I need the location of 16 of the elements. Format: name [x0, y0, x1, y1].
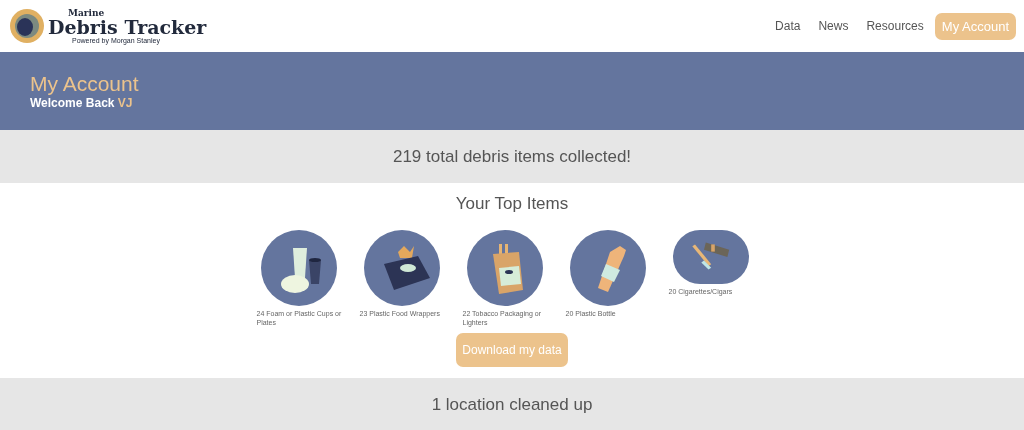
cigarette-pack-drawing	[492, 244, 523, 294]
cups-and-plate-drawing	[280, 248, 321, 293]
cigarette-and-cigar-drawing	[691, 242, 729, 270]
total-items-banner: 219 total debris items collected!	[0, 130, 1024, 183]
section-title: Your Top Items	[455, 194, 569, 214]
nav-link[interactable]: Data	[768, 13, 808, 39]
page-title: My Account	[30, 72, 140, 96]
welcome-text: Welcome Back VJ	[30, 96, 134, 110]
nav-link[interactable]: News	[811, 13, 856, 39]
logo-subtitle: Marine	[67, 8, 106, 18]
logo-title: Debris Tracker	[48, 17, 207, 37]
plastic-bottle-drawing	[597, 246, 626, 292]
food-wrapper-drawing	[383, 246, 430, 290]
locations-banner: 1 location cleaned up	[0, 378, 1024, 430]
nav-link[interactable]: Resources	[859, 13, 931, 39]
logo-icon	[10, 9, 44, 43]
